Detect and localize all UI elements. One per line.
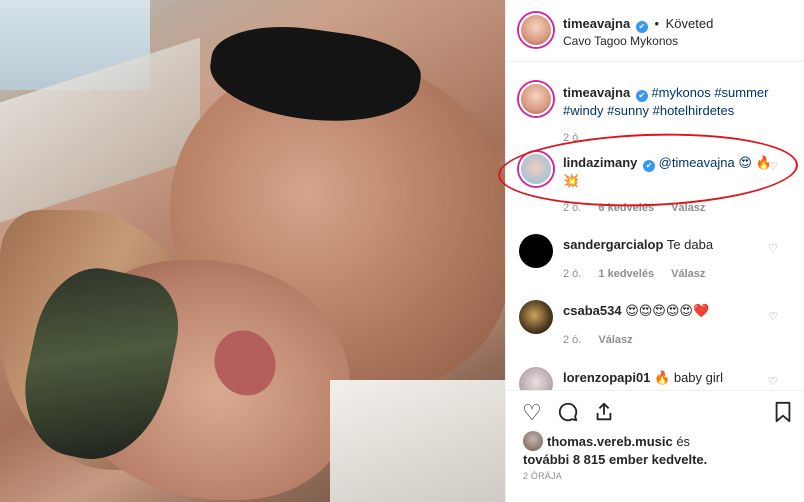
comment-like-icon[interactable]: ♡ (768, 375, 779, 388)
comment-avatar[interactable] (519, 234, 553, 268)
caption-avatar[interactable] (519, 82, 553, 116)
comment-time[interactable]: 2 ó. (563, 202, 581, 214)
verified-icon: ✔ (643, 160, 656, 172)
reply-button[interactable]: Válasz (671, 268, 705, 280)
location-link[interactable]: Cavo Tagoo Mykonos (563, 34, 678, 48)
caption-meta: 2 ó. (563, 132, 595, 144)
comment-likes[interactable]: 6 kedvelés (598, 202, 654, 214)
reply-button[interactable]: Válasz (598, 334, 632, 346)
comment-likes[interactable]: 1 kedvelés (598, 268, 654, 280)
comment-like-icon[interactable]: ♡ (768, 160, 779, 173)
comment-text: csaba534 😍😍😍😍😍❤️ (563, 302, 783, 320)
post-sidebar: timeavajna ✔ • Követed Cavo Tagoo Mykono… (496, 0, 804, 502)
comment-item: csaba534 😍😍😍😍😍❤️ ♡ 2 ó. Válasz (506, 298, 804, 358)
comment-username[interactable]: lindazimany (563, 155, 637, 170)
photo-towel (330, 380, 505, 502)
comment-meta: 2 ó. 1 kedvelés Válasz (563, 268, 719, 280)
follow-status-button[interactable]: Követed (666, 16, 714, 31)
bookmark-icon[interactable] (771, 401, 795, 425)
author-line: timeavajna ✔ • Követed (563, 16, 713, 33)
comment-avatar[interactable] (519, 152, 553, 186)
comment-body: Te daba (666, 237, 714, 252)
comment-item: lorenzopapi01 🔥 baby girl ♡ (506, 365, 804, 390)
comment-username[interactable]: csaba534 (563, 303, 622, 318)
verified-icon: ✔ (635, 90, 648, 102)
comment-time[interactable]: 2 ó. (563, 268, 581, 280)
comment-item: sandergarcialop Te daba ♡ 2 ó. 1 kedvelé… (506, 232, 804, 292)
heart-icon[interactable]: ♡ (520, 401, 544, 425)
caption-username[interactable]: timeavajna (563, 85, 630, 100)
comment-item: lindazimany ✔ @timeavajna 😍 🔥💥 ♡ 2 ó. 6 … (506, 148, 804, 218)
verified-icon: ✔ (635, 21, 648, 33)
comment-username[interactable]: sandergarcialop (563, 237, 663, 252)
caption: timeavajna ✔ #mykonos #summer #windy #su… (506, 78, 804, 148)
post-photo[interactable] (0, 0, 505, 502)
comment-time[interactable]: 2 ó. (563, 334, 581, 346)
comment-text: lindazimany ✔ @timeavajna 😍 🔥💥 (563, 154, 783, 190)
reply-button[interactable]: Válasz (671, 202, 705, 214)
comment-icon[interactable] (556, 401, 580, 425)
comment-body: 🔥 baby girl (654, 370, 723, 385)
author-avatar[interactable] (519, 13, 553, 47)
comment-text: lorenzopapi01 🔥 baby girl (563, 369, 783, 387)
liker-username[interactable]: thomas.vereb.music (547, 434, 673, 449)
likes-summary: thomas.vereb.music és további 8 815 embe… (523, 431, 793, 469)
post-actions: ♡ thomas.vereb.music és további 8 815 em… (506, 390, 804, 502)
comment-avatar[interactable] (519, 300, 553, 334)
likes-and: és (672, 434, 691, 449)
comment-meta: 2 ó. Válasz (563, 334, 647, 346)
comment-body: 😍😍😍😍😍❤️ (625, 303, 710, 318)
comment-like-icon[interactable]: ♡ (768, 310, 779, 323)
caption-text: timeavajna ✔ #mykonos #summer #windy #su… (563, 84, 783, 120)
separator-dot: • (654, 16, 660, 31)
comment-avatar[interactable] (519, 367, 553, 390)
author-username[interactable]: timeavajna (563, 16, 630, 31)
comment-username[interactable]: lorenzopapi01 (563, 370, 650, 385)
post-header: timeavajna ✔ • Követed Cavo Tagoo Mykono… (506, 0, 804, 62)
likes-count[interactable]: további 8 815 ember kedvelte. (523, 452, 707, 467)
comment-meta: 2 ó. 6 kedvelés Válasz (563, 202, 719, 214)
liker-avatar[interactable] (523, 431, 543, 451)
comment-text: sandergarcialop Te daba (563, 236, 783, 254)
share-icon[interactable] (592, 401, 616, 425)
caption-time[interactable]: 2 ó. (563, 132, 581, 144)
post-timestamp[interactable]: 2 ÓRÁJA (523, 471, 562, 481)
comment-like-icon[interactable]: ♡ (768, 242, 779, 255)
